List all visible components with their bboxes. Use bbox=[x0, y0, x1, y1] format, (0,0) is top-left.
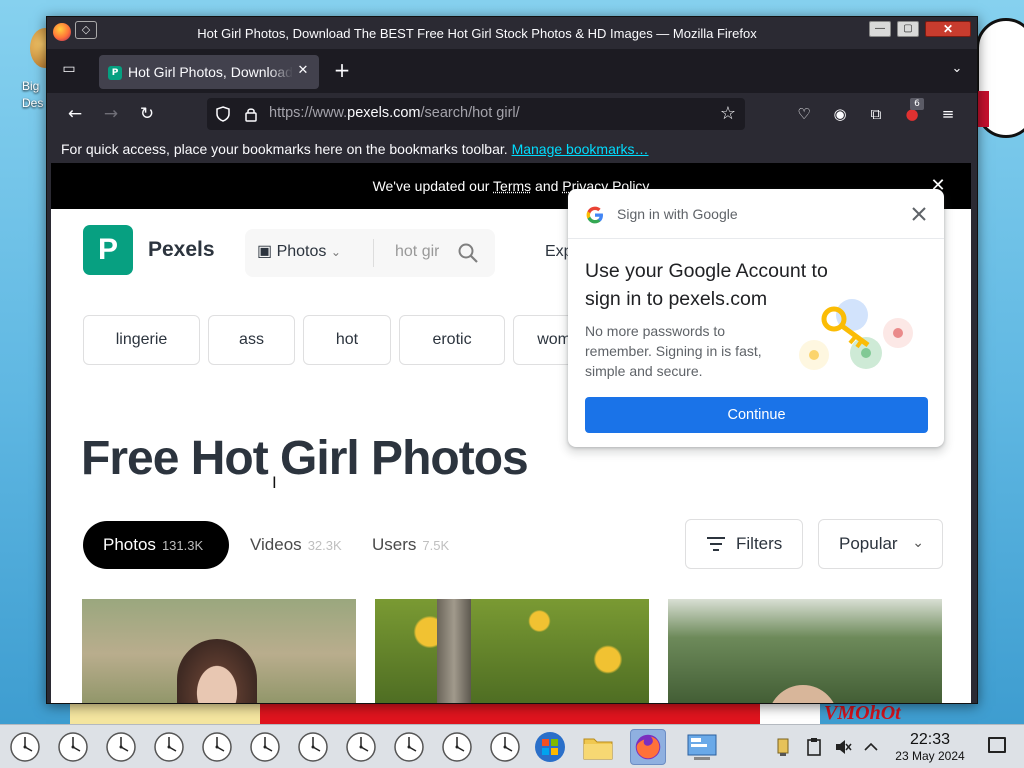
start-orb-icon[interactable] bbox=[532, 729, 568, 765]
search-input[interactable]: hot girl bbox=[395, 243, 439, 261]
google-signin-popup: Sign in with Google Use your Google Acco… bbox=[568, 189, 944, 447]
clock-app-icon[interactable] bbox=[200, 730, 234, 764]
window-title: Hot Girl Photos, Download The BEST Free … bbox=[197, 26, 757, 41]
key-illustration-icon bbox=[799, 299, 913, 370]
chevron-down-icon: ⌄ bbox=[912, 534, 924, 550]
new-tab-button[interactable]: + bbox=[331, 59, 353, 81]
related-chip[interactable]: lingerie bbox=[83, 315, 200, 365]
search-type-dropdown[interactable]: ▣ Photos ⌄ bbox=[257, 241, 341, 265]
related-chip[interactable]: erotic bbox=[399, 315, 505, 365]
lock-icon[interactable] bbox=[243, 106, 259, 122]
search-divider bbox=[373, 239, 374, 267]
navigation-toolbar: ← → ↻ https://www.pexels.com/search/hot … bbox=[47, 93, 977, 135]
desktop-icon-label: Big Des bbox=[22, 79, 44, 110]
extensions-icon[interactable]: ⧉ bbox=[865, 103, 887, 125]
clock-time: 22:33 bbox=[909, 731, 951, 748]
wallpaper-art bbox=[975, 18, 1024, 138]
pin-icon[interactable]: ◇ bbox=[75, 21, 97, 39]
clock-app-icon[interactable] bbox=[8, 730, 42, 764]
clipboard-icon[interactable] bbox=[805, 737, 823, 757]
chevron-up-icon[interactable] bbox=[862, 737, 880, 757]
close-icon[interactable] bbox=[908, 203, 930, 225]
volume-muted-icon[interactable] bbox=[834, 737, 852, 757]
clock-app-icon[interactable] bbox=[104, 730, 138, 764]
continue-button[interactable]: Continue bbox=[585, 397, 928, 433]
bookmarks-hint: For quick access, place your bookmarks h… bbox=[61, 141, 508, 157]
account-icon[interactable]: ◉ bbox=[829, 103, 851, 125]
url-bar[interactable]: https://www.pexels.com/search/hot girl/ … bbox=[207, 98, 745, 130]
clock-app-icon[interactable] bbox=[440, 730, 474, 764]
tab-users[interactable]: Users 7.5K bbox=[372, 535, 449, 555]
sort-dropdown[interactable]: Popular ⌄ bbox=[818, 519, 943, 569]
filter-icon bbox=[707, 537, 725, 551]
search-icon[interactable] bbox=[457, 242, 479, 264]
text-cursor-icon: I bbox=[272, 473, 277, 492]
filters-button[interactable]: Filters bbox=[685, 519, 803, 569]
tab-videos[interactable]: Videos 32.3K bbox=[250, 535, 342, 555]
window-titlebar[interactable]: ◇ Hot Girl Photos, Download The BEST Fre… bbox=[47, 17, 977, 49]
tab-strip: ▭ P Hot Girl Photos, Download The BEST F… bbox=[47, 49, 977, 93]
clock-date: 23 May 2024 bbox=[895, 749, 965, 763]
taskbar-clock[interactable]: 22:33 23 May 2024 bbox=[890, 731, 970, 763]
search-bar[interactable]: ▣ Photos ⌄ hot girl bbox=[245, 229, 495, 277]
network-icon[interactable] bbox=[774, 737, 792, 757]
bookmark-star-icon[interactable]: ☆ bbox=[717, 103, 739, 125]
taskbar: 22:33 23 May 2024 bbox=[0, 724, 1024, 768]
file-manager-icon[interactable] bbox=[580, 729, 616, 765]
firefox-icon bbox=[635, 734, 661, 760]
google-logo-icon bbox=[586, 206, 603, 224]
clock-app-icon[interactable] bbox=[248, 730, 282, 764]
related-chip[interactable]: hot bbox=[303, 315, 391, 365]
list-all-tabs-icon[interactable]: ⌄ bbox=[947, 61, 967, 81]
forward-button[interactable]: → bbox=[99, 103, 123, 125]
clock-app-icon[interactable] bbox=[296, 730, 330, 764]
chevron-down-icon: ⌄ bbox=[330, 245, 341, 259]
back-button[interactable]: ← bbox=[63, 103, 87, 125]
photo-thumbnail[interactable] bbox=[82, 599, 356, 703]
firefox-icon bbox=[53, 23, 71, 41]
firefox-taskbar-button[interactable] bbox=[630, 729, 666, 765]
photo-thumbnail[interactable] bbox=[375, 599, 649, 703]
bookmarks-toolbar: For quick access, place your bookmarks h… bbox=[47, 135, 977, 163]
signin-description: No more passwords to remember. Signing i… bbox=[585, 323, 762, 379]
pexels-favicon: P bbox=[108, 66, 122, 80]
wallpaper-brand-text: VMOhOt bbox=[824, 702, 901, 724]
control-panel-icon[interactable] bbox=[684, 729, 720, 765]
close-window-button[interactable]: ✕ bbox=[925, 21, 971, 37]
pexels-logo-text[interactable]: Pexels bbox=[148, 238, 215, 262]
photo-thumbnail[interactable] bbox=[668, 599, 942, 703]
clock-app-icon[interactable] bbox=[488, 730, 522, 764]
clock-app-icon[interactable] bbox=[56, 730, 90, 764]
pexels-logo[interactable]: P bbox=[83, 225, 133, 275]
menu-icon[interactable]: ≡ bbox=[937, 103, 959, 125]
clock-app-icon[interactable] bbox=[344, 730, 378, 764]
terms-link[interactable]: Terms bbox=[493, 178, 531, 194]
reload-button[interactable]: ↻ bbox=[135, 103, 159, 125]
firefox-view-icon[interactable]: ▭ bbox=[59, 61, 79, 81]
filters-label: Filters bbox=[736, 534, 783, 553]
signin-header-title: Sign in with Google bbox=[617, 206, 738, 222]
extension-badge: 6 bbox=[910, 98, 924, 110]
tab-active[interactable]: P Hot Girl Photos, Download The BEST Fre… bbox=[99, 55, 319, 89]
page-title: Free Hot Girl Photos bbox=[81, 432, 529, 485]
related-chip[interactable]: ass bbox=[208, 315, 295, 365]
tracking-shield-icon[interactable] bbox=[215, 106, 231, 122]
manage-bookmarks-link[interactable]: Manage bookmarks… bbox=[512, 141, 649, 157]
image-icon: ▣ bbox=[257, 243, 273, 260]
close-tab-icon[interactable]: ✕ bbox=[295, 63, 311, 79]
clock-app-icon[interactable] bbox=[152, 730, 186, 764]
tab-title: Hot Girl Photos, Download The BEST Free bbox=[128, 64, 293, 80]
search-type-label: Photos bbox=[276, 243, 327, 260]
signin-divider bbox=[568, 238, 944, 239]
tab-photos[interactable]: Photos 131.3K bbox=[83, 521, 229, 569]
pocket-icon[interactable]: ♡ bbox=[793, 103, 815, 125]
clock-app-icon[interactable] bbox=[392, 730, 426, 764]
maximize-button[interactable]: ▢ bbox=[897, 21, 919, 37]
sort-label: Popular bbox=[839, 534, 898, 553]
show-desktop-icon[interactable] bbox=[988, 737, 1006, 753]
minimize-button[interactable]: — bbox=[869, 21, 891, 37]
url-text[interactable]: https://www.pexels.com/search/hot girl/ bbox=[269, 105, 520, 121]
